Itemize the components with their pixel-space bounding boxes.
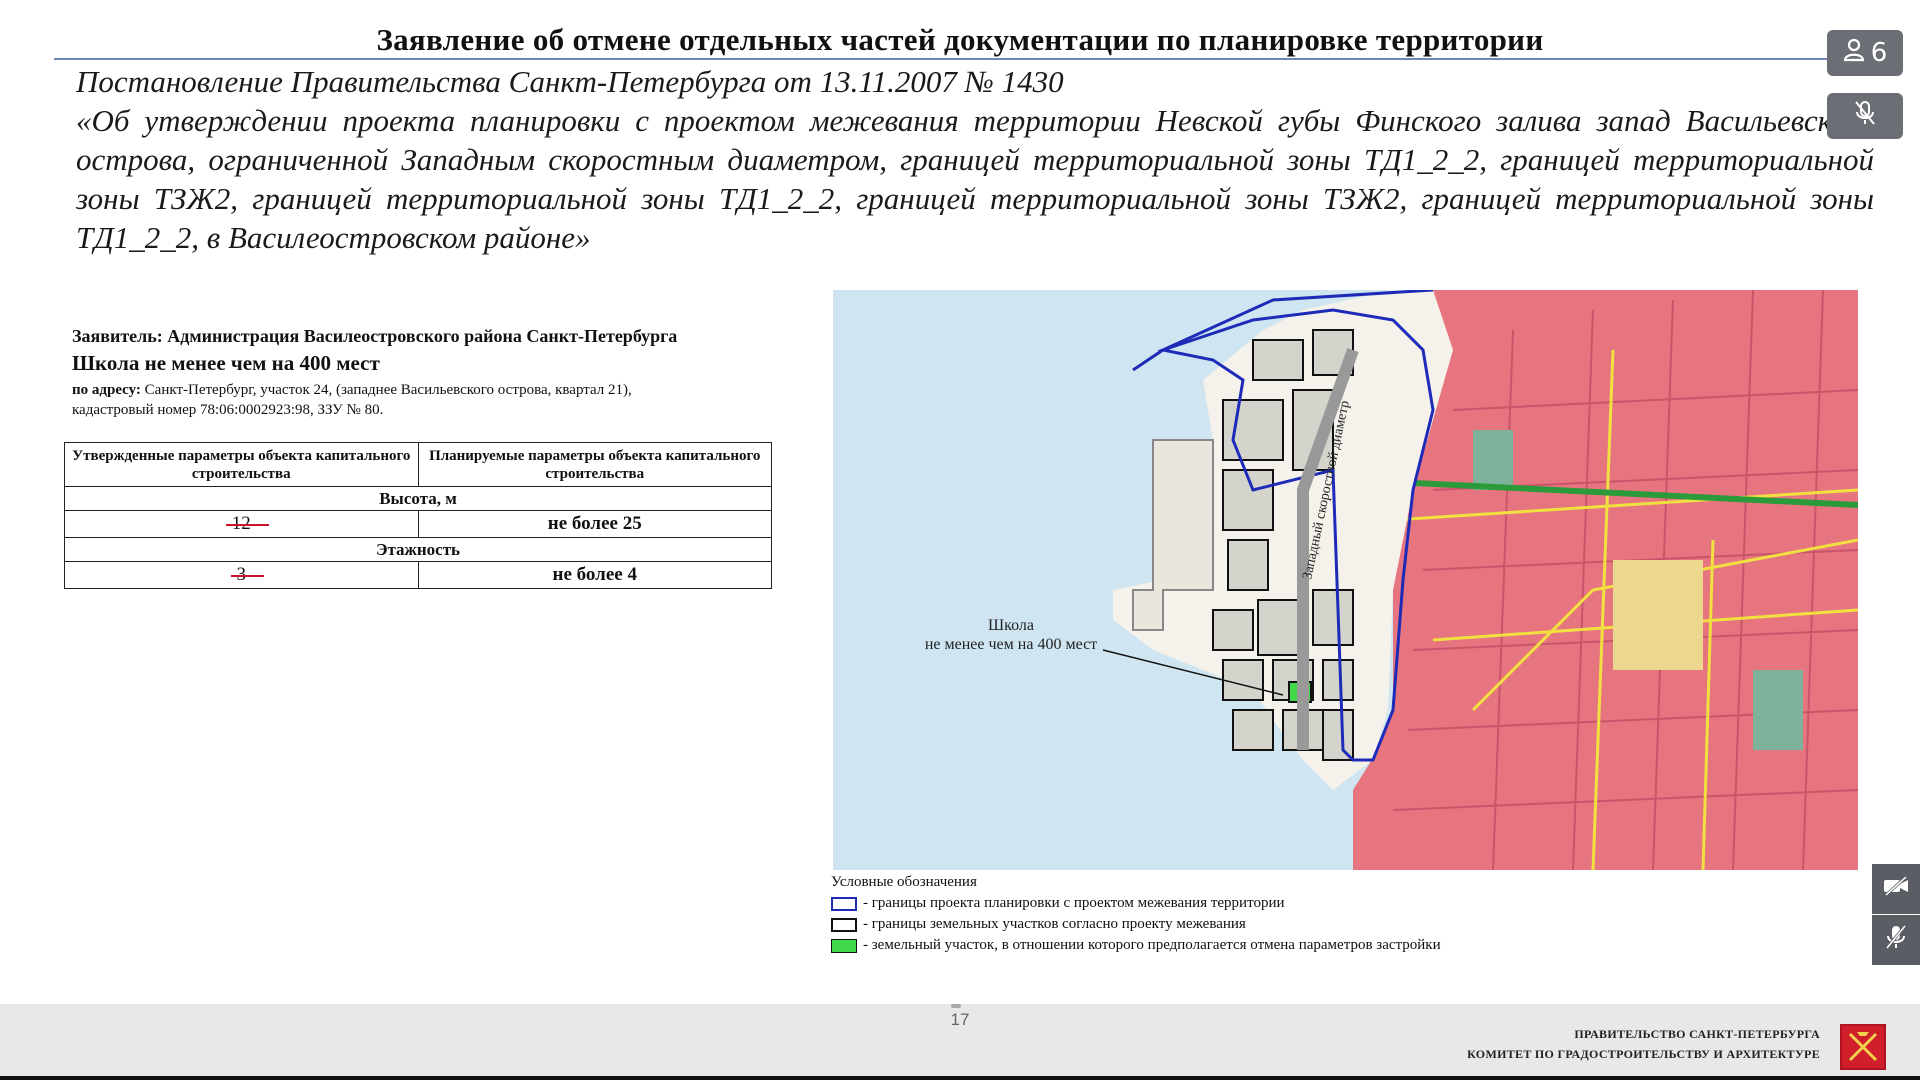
- slide-footer: 17 ПРАВИТЕЛЬСТВО САНКТ-ПЕТЕРБУРГА КОМИТЕ…: [0, 1004, 1920, 1080]
- table-section-height: Высота, м: [64, 486, 772, 511]
- height-old-cell: 12: [64, 510, 419, 538]
- org-line-2: КОМИТЕТ ПО ГРАДОСТРОИТЕЛЬСТВУ И АРХИТЕКТ…: [1467, 1047, 1820, 1061]
- height-old-value: 12: [225, 513, 269, 534]
- legend-heading: Условные обозначения: [831, 874, 977, 890]
- microphone-off-icon: [1885, 924, 1907, 956]
- legend-label: - границы земельных участков согласно пр…: [863, 916, 1246, 932]
- org-line-1: ПРАВИТЕЛЬСТВО САНКТ-ПЕТЕРБУРГА: [1574, 1027, 1820, 1041]
- legend-label: - границы проекта планировки с проектом …: [863, 895, 1285, 911]
- participants-count: 6: [1870, 38, 1888, 68]
- height-new-value: не более 25: [417, 510, 772, 538]
- table-row: 3 не более 4: [64, 561, 772, 589]
- legend-swatch-black: [831, 917, 857, 932]
- address-label: по адресу:: [72, 382, 141, 398]
- header-approved: Утвержденные параметры объекта капитальн…: [64, 442, 419, 487]
- callout-subtitle: не менее чем на 400 мест: [925, 636, 1097, 653]
- microphone-off-icon: [1854, 100, 1876, 133]
- table-header-row: Утвержденные параметры объекта капитальн…: [64, 442, 772, 487]
- legend-item: - земельный участок, в отношении которог…: [831, 935, 1731, 956]
- decree-reference: Постановление Правительства Санкт-Петерб…: [76, 64, 1064, 99]
- title-divider: [54, 58, 1866, 60]
- legend-swatch-blue: [831, 896, 857, 911]
- person-icon: [1843, 38, 1865, 69]
- object-name: Школа не менее чем на 400 мест: [72, 351, 380, 375]
- emblem-icon: [1848, 1032, 1878, 1062]
- legend-item: - границы проекта планировки с проектом …: [831, 893, 1731, 914]
- applicant-block: Заявитель: Администрация Василеостровско…: [72, 326, 782, 420]
- legend-swatch-green: [831, 938, 857, 953]
- callout-title: Школа: [988, 617, 1034, 634]
- green-area: [1473, 430, 1513, 490]
- legend-item: - границы земельных участков согласно пр…: [831, 914, 1731, 935]
- map-legend: Условные обозначения - границы проекта п…: [831, 874, 1731, 956]
- page-number: 17: [950, 1010, 970, 1029]
- address-text: Санкт-Петербург, участок 24, (западнее В…: [144, 382, 632, 398]
- cadastral-number: кадастровый номер 78:06:0002923:98, ЗЗУ …: [72, 402, 384, 418]
- slide-title: Заявление об отмене отдельных частей док…: [376, 22, 1544, 57]
- map-drawing: Западный скоростной диаметр Школа не мен…: [833, 290, 1858, 870]
- green-area: [1753, 670, 1803, 750]
- video-off-icon: [1882, 875, 1910, 903]
- applicant-name: Заявитель: Администрация Василеостровско…: [72, 326, 678, 346]
- site-map: Западный скоростной диаметр Школа не мен…: [833, 290, 1858, 870]
- table-row: 12 не более 25: [64, 510, 772, 538]
- object-address: по адресу: Санкт-Петербург, участок 24, …: [72, 380, 782, 420]
- organization-name: ПРАВИТЕЛЬСТВО САНКТ-ПЕТЕРБУРГА КОМИТЕТ П…: [1467, 1024, 1820, 1064]
- park-area: [1613, 560, 1703, 670]
- video-toggle-button[interactable]: [1872, 864, 1920, 914]
- floors-old-cell: 3: [64, 561, 419, 589]
- page-indicator: [951, 1004, 961, 1008]
- floors-label: Этажность: [64, 537, 772, 562]
- city-emblem: [1840, 1024, 1886, 1070]
- header-planned: Планируемые параметры объекта капитально…: [417, 442, 772, 487]
- parameters-table: Утвержденные параметры объекта капитальн…: [64, 442, 772, 589]
- legend-label: - земельный участок, в отношении которог…: [863, 937, 1441, 953]
- table-section-floors: Этажность: [64, 537, 772, 562]
- bottom-bar: [0, 1076, 1920, 1080]
- microphone-toggle-button[interactable]: [1872, 915, 1920, 965]
- decree-title: «Об утверждении проекта планировки с про…: [76, 103, 1874, 255]
- participants-button[interactable]: 6: [1827, 30, 1903, 76]
- height-label: Высота, м: [64, 486, 772, 511]
- floors-new-value: не более 4: [417, 561, 772, 589]
- mute-button[interactable]: [1827, 93, 1903, 139]
- decree-text: Постановление Правительства Санкт-Петерб…: [76, 62, 1874, 257]
- floors-old-value: 3: [230, 564, 263, 585]
